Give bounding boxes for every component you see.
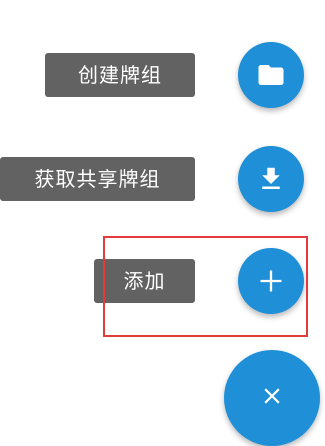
get-shared-deck-label[interactable]: 获取共享牌组 (0, 157, 195, 201)
download-icon (256, 164, 286, 194)
highlight-box (103, 236, 308, 337)
close-icon (259, 383, 285, 409)
close-menu-button[interactable] (224, 350, 320, 446)
get-shared-deck-button[interactable] (238, 146, 304, 212)
create-deck-label[interactable]: 创建牌组 (45, 53, 195, 97)
create-deck-button[interactable] (238, 42, 304, 108)
folder-icon (256, 60, 286, 90)
